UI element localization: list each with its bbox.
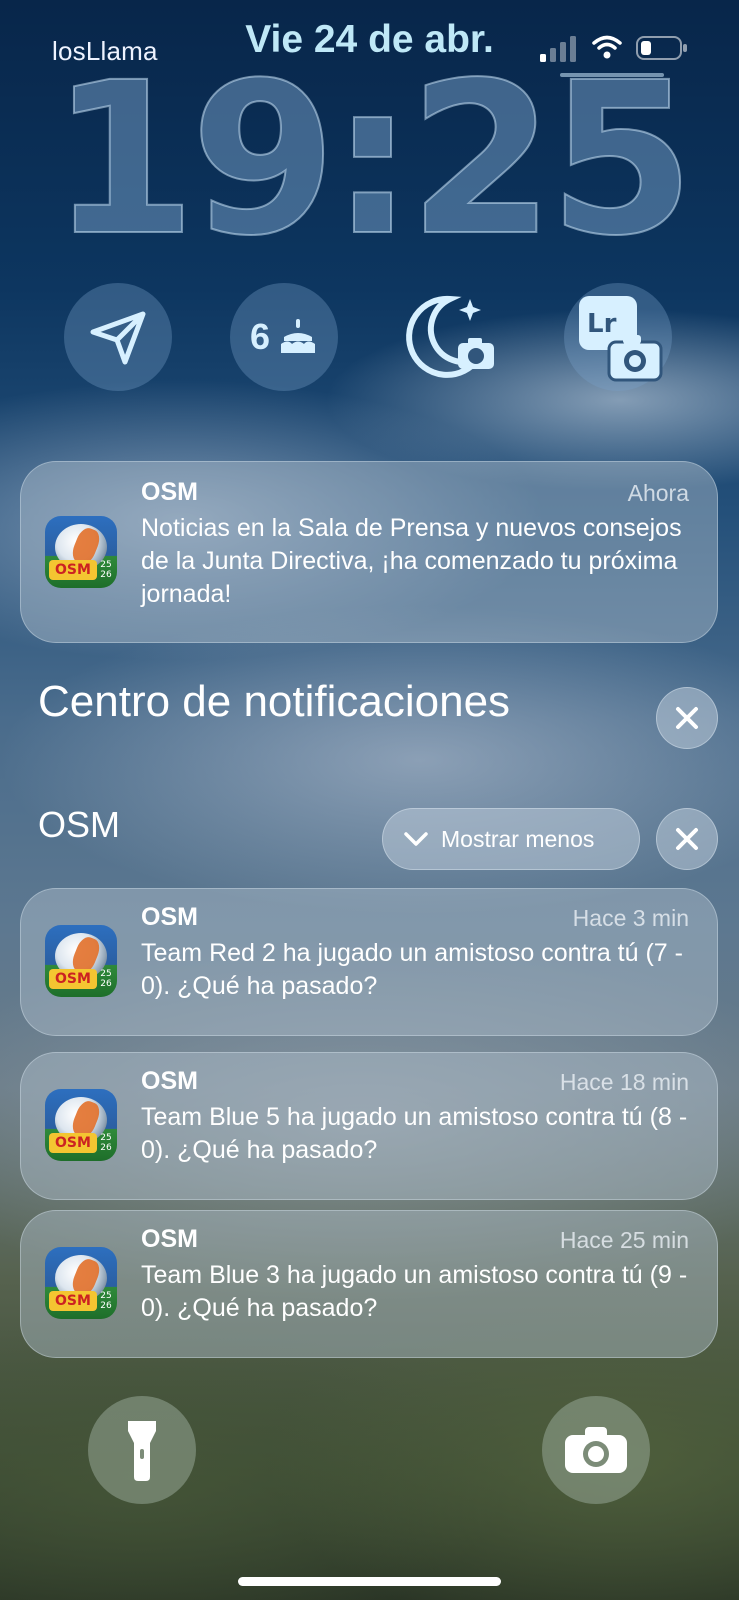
notification-body: Noticias en la Sala de Prensa y nuevos c… <box>141 514 682 608</box>
camera-button[interactable] <box>542 1396 650 1504</box>
notification-app-name: OSM <box>141 1225 198 1253</box>
notification-time: Hace 3 min <box>572 905 689 931</box>
send-widget[interactable] <box>64 283 172 391</box>
group-app-name: OSM <box>38 804 121 845</box>
osm-app-icon: OSM 25 26 <box>45 1247 117 1319</box>
birthday-count: 6 <box>249 316 271 357</box>
lightroom-widget[interactable]: Lr <box>564 283 672 391</box>
osm-app-icon: OSM 25 26 <box>45 516 117 588</box>
notification-body: Team Blue 5 ha jugado un amistoso contra… <box>141 1103 688 1164</box>
lock-screen-clock[interactable]: 19:25 <box>0 54 739 266</box>
notification-time: Ahora <box>627 480 689 506</box>
osm-app-icon: OSM 25 26 <box>45 925 117 997</box>
notification-item[interactable]: OSM 25 26 OSM Hace 3 min Team Red 2 ha ju… <box>20 888 718 1036</box>
moon-camera-widget[interactable] <box>396 283 504 391</box>
osm-app-icon: OSM 25 26 <box>45 1089 117 1161</box>
flashlight-icon <box>128 1421 156 1481</box>
flashlight-button[interactable] <box>88 1396 196 1504</box>
show-less-label: Mostrar menos <box>441 825 595 852</box>
notification-app-name: OSM <box>141 478 198 506</box>
birthdays-widget[interactable]: 6 <box>230 283 338 391</box>
lightroom-camera-icon: Lr <box>579 296 663 382</box>
notification-time: Hace 25 min <box>559 1227 689 1253</box>
close-icon <box>676 828 698 850</box>
notification-app-name: OSM <box>141 903 198 931</box>
notification-body: Team Blue 3 ha jugado un amistoso contra… <box>141 1261 688 1322</box>
moon-camera-icon <box>406 295 494 378</box>
paper-plane-icon <box>90 311 146 365</box>
home-indicator[interactable] <box>238 1577 501 1586</box>
camera-icon <box>565 1427 627 1473</box>
notification-app-name: OSM <box>141 1067 198 1095</box>
banner-notification[interactable]: OSM 25 26 OSM Ahora Noticias en la Sala d… <box>20 461 718 643</box>
notification-time: Hace 18 min <box>559 1069 689 1095</box>
clear-all-button[interactable] <box>656 687 718 749</box>
notification-item[interactable]: OSM 25 26 OSM Hace 18 min Team Blue 5 ha … <box>20 1052 718 1200</box>
notification-body: Team Red 2 ha jugado un amistoso contra … <box>141 939 683 1000</box>
notification-item[interactable]: OSM 25 26 OSM Hace 25 min Team Blue 3 ha … <box>20 1210 718 1358</box>
lightroom-label: Lr <box>587 309 617 339</box>
notification-center-title: Centro de notificaciones <box>38 677 511 726</box>
close-icon <box>676 707 698 729</box>
cake-icon <box>281 319 316 353</box>
show-less-button[interactable]: Mostrar menos <box>382 808 640 870</box>
clear-group-button[interactable] <box>656 808 718 870</box>
chevron-down-icon <box>404 832 428 846</box>
